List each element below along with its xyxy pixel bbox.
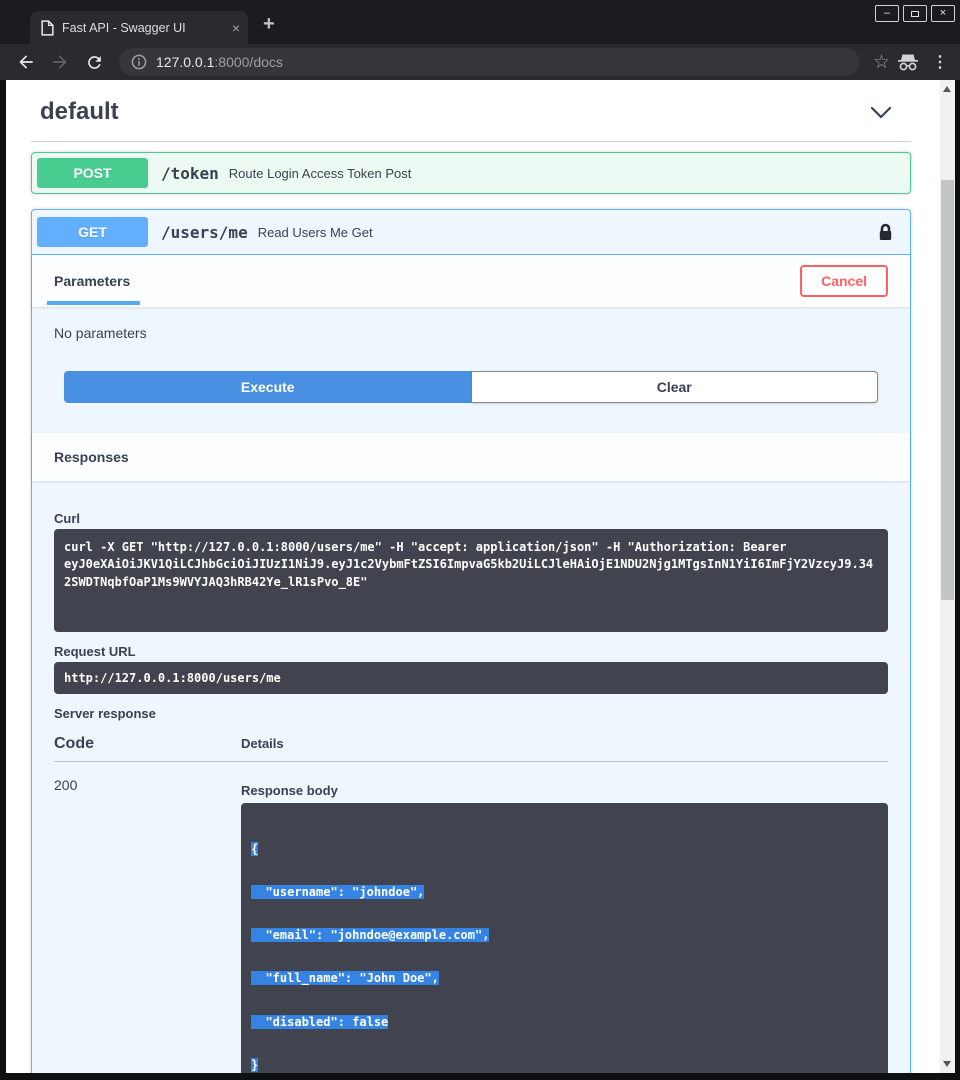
browser-titlebar: Fast API - Swagger UI × + – × [0, 0, 960, 44]
scrollbar-down-arrow-icon[interactable] [943, 1061, 951, 1067]
server-response-label: Server response [54, 706, 888, 721]
json-line: "username": "johndoe", [251, 885, 424, 899]
browser-toolbar: 127.0.0.1:8000/docs ☆ ⋮ [0, 44, 960, 80]
server-response-row: 200 Response body { "username": "johndoe… [54, 762, 888, 1073]
reload-button[interactable] [82, 50, 106, 74]
tab-close-icon[interactable]: × [232, 21, 240, 35]
auth-lock-icon[interactable] [878, 222, 893, 243]
api-group-title: default [40, 98, 119, 126]
incognito-icon [896, 50, 920, 74]
endpoint-summary: Route Login Access Token Post [229, 165, 412, 181]
opblock-get-users-me: GET /users/me Read Users Me Get Paramete… [31, 209, 911, 1073]
url-path: :8000/docs [214, 54, 283, 70]
execute-button[interactable]: Execute [64, 371, 472, 403]
site-info-icon[interactable] [131, 54, 147, 70]
responses-section-body: Curl curl -X GET "http://127.0.0.1:8000/… [32, 481, 910, 1073]
request-url-label: Request URL [54, 644, 888, 659]
address-bar[interactable]: 127.0.0.1:8000/docs [119, 48, 859, 76]
swagger-page: default POST /token Route Login Access T… [6, 80, 940, 1073]
tab-title: Fast API - Swagger UI [62, 21, 224, 35]
endpoint-path: /token [161, 164, 219, 183]
status-code: 200 [54, 775, 241, 1073]
chevron-down-icon[interactable] [870, 106, 892, 119]
method-badge-post: POST [37, 158, 148, 188]
new-tab-button[interactable]: + [263, 14, 275, 34]
forward-button[interactable] [48, 50, 72, 74]
curl-label: Curl [54, 511, 888, 526]
server-response-table-header: Code Details [54, 735, 888, 762]
request-url-block: http://127.0.0.1:8000/users/me [54, 662, 888, 694]
curl-command-block: curl -X GET "http://127.0.0.1:8000/users… [54, 529, 888, 632]
clear-button[interactable]: Clear [472, 371, 879, 403]
page-viewport: default POST /token Route Login Access T… [6, 80, 955, 1073]
code-column-header: Code [54, 735, 241, 753]
window-maximize-button[interactable] [903, 5, 927, 22]
api-group-header[interactable]: default [31, 80, 911, 135]
endpoint-summary: Read Users Me Get [258, 224, 373, 240]
method-badge-get: GET [37, 217, 148, 247]
tab-parameters[interactable]: Parameters [54, 273, 130, 289]
active-tab-underline [47, 301, 140, 305]
back-button[interactable] [14, 50, 38, 74]
url-text: 127.0.0.1:8000/docs [156, 54, 283, 70]
scrollbar-up-arrow-icon[interactable] [943, 86, 951, 92]
browser-tab[interactable]: Fast API - Swagger UI × [30, 11, 248, 44]
scrollbar-thumb[interactable] [941, 180, 954, 600]
details-column-header: Details [241, 736, 284, 751]
json-line: "full_name": "John Doe", [251, 971, 439, 985]
browser-menu-icon[interactable]: ⋮ [932, 52, 948, 72]
response-body-label: Response body [241, 783, 888, 798]
json-line: "disabled": false [251, 1015, 388, 1029]
endpoint-path: /users/me [161, 223, 248, 242]
response-body-block: { "username": "johndoe", "email": "johnd… [241, 803, 888, 1073]
parameters-section-header: Parameters Cancel [32, 255, 910, 307]
json-line: } [251, 1058, 258, 1072]
cancel-button[interactable]: Cancel [800, 265, 888, 297]
opblock-get-header[interactable]: GET /users/me Read Users Me Get [32, 210, 910, 255]
window-close-button[interactable]: × [931, 5, 955, 22]
responses-section-header: Responses [32, 433, 910, 481]
json-line: { [251, 842, 258, 856]
bookmark-star-icon[interactable]: ☆ [873, 53, 890, 72]
responses-section-title: Responses [54, 449, 129, 465]
page-scrollbar[interactable] [940, 80, 955, 1073]
maximize-icon [911, 11, 919, 17]
group-divider [31, 141, 911, 142]
opblock-post-token[interactable]: POST /token Route Login Access Token Pos… [31, 152, 911, 194]
no-parameters-message: No parameters [32, 307, 910, 371]
execute-button-group: Execute Clear [32, 371, 910, 433]
json-line: "email": "johndoe@example.com", [251, 928, 489, 942]
page-favicon-icon [41, 20, 54, 36]
window-minimize-button[interactable]: – [875, 5, 899, 22]
url-host: 127.0.0.1 [156, 54, 214, 70]
